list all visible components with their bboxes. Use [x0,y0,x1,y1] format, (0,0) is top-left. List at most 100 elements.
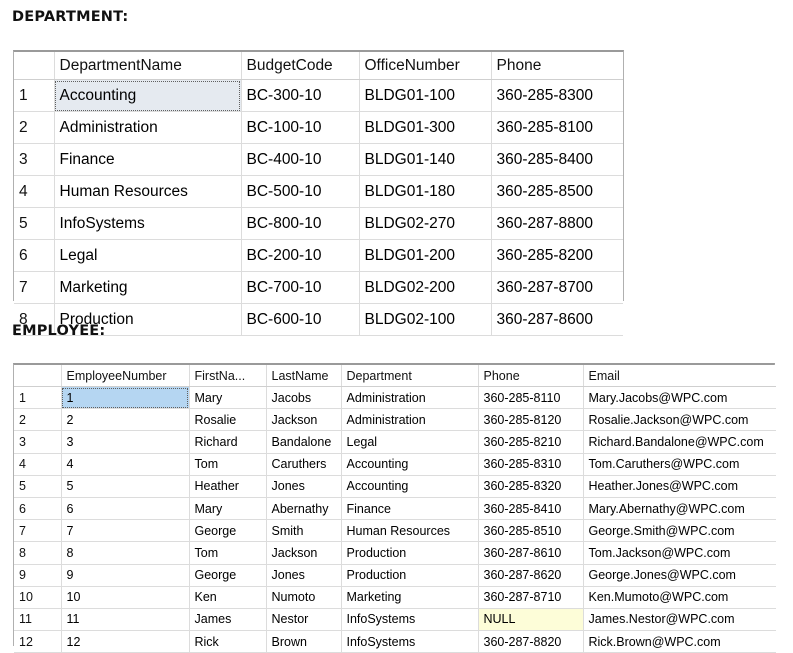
department-cell-officenumber[interactable]: BLDG02-200 [359,271,492,304]
department-header-phone[interactable]: Phone [491,52,623,80]
department-cell-departmentname[interactable]: Legal [54,239,242,272]
department-cell-departmentname[interactable]: Finance [54,143,242,176]
department-cell-phone[interactable]: 360-285-8500 [491,175,623,208]
department-cell-phone[interactable]: 360-287-8600 [491,303,623,336]
employee-cell-phone[interactable]: 360-285-8310 [478,453,584,476]
employee-cell-phone[interactable]: 360-285-8410 [478,497,584,521]
employee-cell-phone[interactable]: 360-287-8620 [478,564,584,587]
employee-cell-department[interactable]: Human Resources [341,519,479,543]
employee-cell-department[interactable]: Accounting [341,475,479,498]
department-cell-budgetcode[interactable]: BC-500-10 [241,175,360,208]
department-cell-departmentname[interactable]: Administration [54,111,242,144]
employee-row-number[interactable]: 9 [14,564,62,587]
employee-cell-lastname[interactable]: Smith [266,519,342,543]
department-cell-phone[interactable]: 360-285-8200 [491,239,623,272]
employee-cell-email[interactable]: Heather.Jones@WPC.com [583,475,776,498]
employee-cell-firstname[interactable]: Richard [189,430,267,454]
employee-cell-phone[interactable]: NULL [478,608,584,632]
employee-cell-department[interactable]: Accounting [341,453,479,476]
employee-cell-email[interactable]: Tom.Jackson@WPC.com [583,541,776,565]
department-row-number[interactable]: 6 [14,239,55,272]
department-row-number[interactable]: 1 [14,79,55,112]
department-cell-departmentname[interactable]: InfoSystems [54,207,242,240]
employee-cell-phone[interactable]: 360-285-8510 [478,519,584,543]
employee-header-department[interactable]: Department [341,365,479,387]
employee-grid[interactable]: EmployeeNumber FirstNa... LastName Depar… [13,363,776,653]
employee-row-number[interactable]: 10 [14,586,62,609]
employee-cell-phone[interactable]: 360-285-8110 [478,386,584,410]
employee-cell-firstname[interactable]: Rick [189,630,267,653]
department-cell-departmentname[interactable]: Human Resources [54,175,242,208]
employee-cell-employeenumber[interactable]: 5 [61,475,190,498]
employee-cell-email[interactable]: Tom.Caruthers@WPC.com [583,453,776,476]
employee-cell-lastname[interactable]: Jackson [266,541,342,565]
employee-cell-lastname[interactable]: Nestor [266,608,342,632]
employee-cell-lastname[interactable]: Jackson [266,408,342,432]
department-header-departmentname[interactable]: DepartmentName [54,52,242,80]
employee-cell-department[interactable]: Production [341,564,479,587]
employee-cell-lastname[interactable]: Brown [266,630,342,653]
employee-cell-department[interactable]: Finance [341,497,479,521]
employee-cell-firstname[interactable]: George [189,519,267,543]
department-cell-officenumber[interactable]: BLDG02-270 [359,207,492,240]
employee-cell-firstname[interactable]: Tom [189,453,267,476]
employee-row-number[interactable]: 2 [14,408,62,432]
employee-header-phone[interactable]: Phone [478,365,584,387]
employee-header-lastname[interactable]: LastName [266,365,342,387]
department-cell-phone[interactable]: 360-285-8300 [491,79,623,112]
employee-cell-department[interactable]: Production [341,541,479,565]
employee-cell-department[interactable]: Marketing [341,586,479,609]
employee-cell-phone[interactable]: 360-287-8610 [478,541,584,565]
department-header-budgetcode[interactable]: BudgetCode [241,52,360,80]
department-cell-phone[interactable]: 360-285-8400 [491,143,623,176]
department-cell-phone[interactable]: 360-285-8100 [491,111,623,144]
employee-row-number[interactable]: 1 [14,386,62,410]
employee-row-number[interactable]: 3 [14,430,62,454]
department-cell-budgetcode[interactable]: BC-400-10 [241,143,360,176]
employee-row-number[interactable]: 11 [14,608,62,632]
employee-row-number[interactable]: 6 [14,497,62,521]
employee-cell-employeenumber[interactable]: 11 [61,608,190,632]
employee-cell-email[interactable]: Rosalie.Jackson@WPC.com [583,408,776,432]
department-cell-officenumber[interactable]: BLDG01-200 [359,239,492,272]
department-cell-budgetcode[interactable]: BC-100-10 [241,111,360,144]
employee-header-firstname[interactable]: FirstNa... [189,365,267,387]
department-cell-officenumber[interactable]: BLDG01-140 [359,143,492,176]
employee-cell-phone[interactable]: 360-287-8710 [478,586,584,609]
department-row-number[interactable]: 4 [14,175,55,208]
department-cell-budgetcode[interactable]: BC-600-10 [241,303,360,336]
department-cell-budgetcode[interactable]: BC-300-10 [241,79,360,112]
employee-cell-email[interactable]: Ken.Mumoto@WPC.com [583,586,776,609]
employee-cell-employeenumber[interactable]: 2 [61,408,190,432]
employee-cell-employeenumber[interactable]: 9 [61,564,190,587]
department-cell-phone[interactable]: 360-287-8800 [491,207,623,240]
employee-row-number[interactable]: 5 [14,475,62,498]
employee-cell-department[interactable]: Administration [341,408,479,432]
department-row-number[interactable]: 2 [14,111,55,144]
department-cell-phone[interactable]: 360-287-8700 [491,271,623,304]
employee-cell-employeenumber[interactable]: 4 [61,453,190,476]
department-cell-budgetcode[interactable]: BC-800-10 [241,207,360,240]
employee-cell-firstname[interactable]: Heather [189,475,267,498]
department-header-corner[interactable] [14,52,55,80]
employee-cell-department[interactable]: InfoSystems [341,630,479,653]
employee-cell-firstname[interactable]: Ken [189,586,267,609]
employee-header-corner[interactable] [14,365,62,387]
department-cell-departmentname[interactable]: Accounting [54,79,242,112]
employee-cell-lastname[interactable]: Abernathy [266,497,342,521]
employee-cell-department[interactable]: Administration [341,386,479,410]
department-row-number[interactable]: 3 [14,143,55,176]
employee-cell-phone[interactable]: 360-285-8320 [478,475,584,498]
department-cell-officenumber[interactable]: BLDG01-180 [359,175,492,208]
employee-cell-department[interactable]: Legal [341,430,479,454]
employee-cell-lastname[interactable]: Numoto [266,586,342,609]
employee-cell-email[interactable]: Richard.Bandalone@WPC.com [583,430,776,454]
employee-cell-lastname[interactable]: Jacobs [266,386,342,410]
department-header-officenumber[interactable]: OfficeNumber [359,52,492,80]
employee-row-number[interactable]: 7 [14,519,62,543]
employee-cell-lastname[interactable]: Jones [266,475,342,498]
employee-cell-email[interactable]: James.Nestor@WPC.com [583,608,776,632]
employee-cell-email[interactable]: George.Jones@WPC.com [583,564,776,587]
employee-row-number[interactable]: 8 [14,541,62,565]
employee-cell-employeenumber[interactable]: 12 [61,630,190,653]
